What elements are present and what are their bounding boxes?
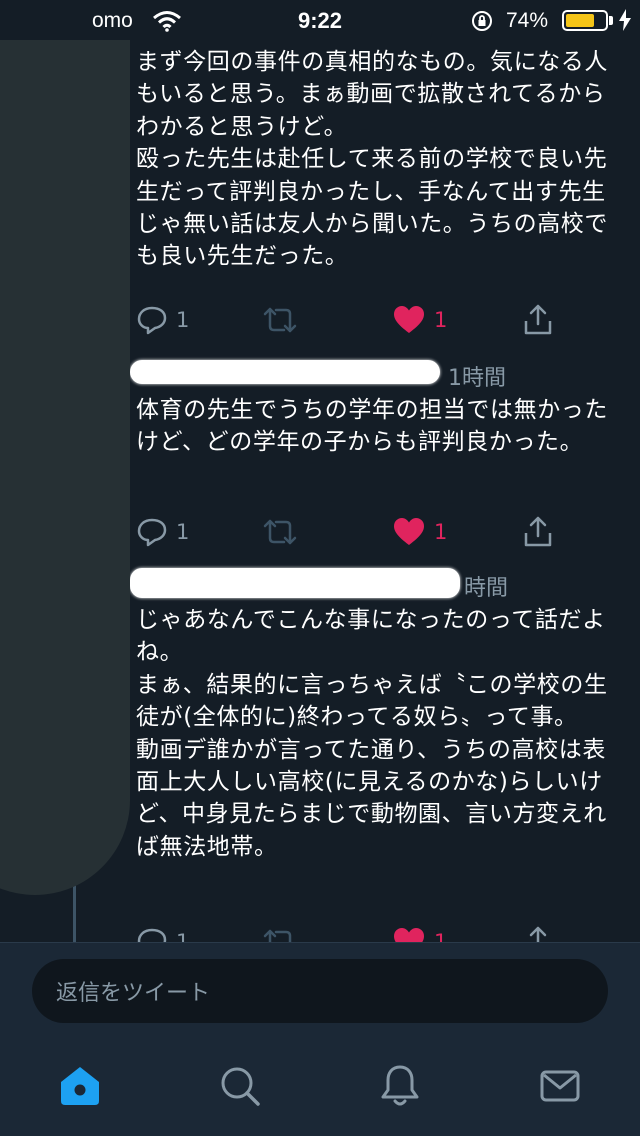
tweet-header: 時間 — [130, 568, 616, 602]
reply-placeholder: 返信をツイート — [56, 981, 211, 1006]
tab-search[interactable] — [216, 1062, 264, 1110]
share-button[interactable] — [522, 512, 554, 552]
retweet-icon — [263, 307, 297, 333]
like-count: 1 — [434, 520, 448, 544]
tab-notifications[interactable] — [376, 1062, 424, 1110]
reply-icon — [137, 306, 167, 335]
bottom-tab-bar — [0, 1036, 640, 1136]
tweet-text: じゃあなんでこんな事になったのって話だよね。 まぁ、結果的に言っちゃえば〝この学… — [136, 607, 608, 860]
rotation-lock-icon — [472, 11, 492, 31]
tweet-header: 1時間 — [130, 358, 616, 392]
share-icon — [524, 304, 552, 335]
reply-bar: 返信をツイート — [0, 942, 640, 1036]
retweet-button[interactable] — [262, 512, 298, 552]
like-button[interactable]: 1 — [392, 512, 447, 552]
bell-icon — [381, 1065, 419, 1106]
battery-icon — [562, 10, 608, 31]
reply-count: 1 — [176, 520, 190, 544]
battery-percent: 74% — [506, 9, 549, 32]
tweet-actions: 1 1 — [136, 300, 616, 340]
obscured-avatar-column — [0, 0, 130, 895]
mail-icon — [540, 1070, 580, 1102]
retweet-button[interactable] — [262, 300, 298, 340]
reply-button[interactable]: 1 — [136, 512, 189, 552]
status-bar: omo 9:22 74% — [0, 0, 640, 40]
battery-nub — [609, 16, 613, 25]
redacted-author — [130, 360, 440, 384]
share-button[interactable] — [522, 300, 554, 340]
battery-level — [566, 14, 594, 27]
reply-icon — [137, 518, 167, 547]
reply-input[interactable]: 返信をツイート — [32, 959, 608, 1023]
share-icon — [524, 516, 552, 547]
reply-count: 1 — [176, 308, 190, 332]
charging-bolt-icon — [619, 9, 631, 31]
tab-home[interactable] — [56, 1062, 104, 1110]
heart-icon — [394, 306, 424, 333]
redacted-author — [130, 568, 460, 598]
tweet-thread-screen: omo 9:22 74% まず今回の事件の真相的なもの。気になる人もいると思う。… — [0, 0, 640, 1136]
tweet-text: 体育の先生でうちの学年の担当では無かったけど、どの学年の子からも評判良かった。 — [136, 397, 608, 456]
tweet-text: まず今回の事件の真相的なもの。気になる人もいると思う。まぁ動画で拡散されてるから… — [136, 49, 608, 270]
tweet-timestamp: 1時間 — [448, 366, 506, 391]
tweet-actions: 1 1 — [136, 512, 616, 552]
tweet-timestamp: 時間 — [464, 576, 509, 601]
reply-button[interactable]: 1 — [136, 300, 189, 340]
heart-icon — [394, 518, 424, 545]
like-button[interactable]: 1 — [392, 300, 447, 340]
retweet-icon — [263, 519, 297, 545]
like-count: 1 — [434, 308, 448, 332]
search-icon — [221, 1067, 260, 1106]
home-icon — [61, 1067, 99, 1105]
tab-messages[interactable] — [536, 1062, 584, 1110]
